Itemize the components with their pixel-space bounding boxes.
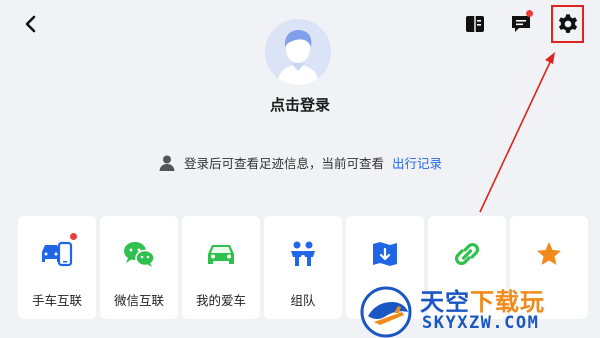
watermark-title: 天空下载玩 [420,282,545,317]
watermark-subtitle: SKYXZW.COM [422,313,540,333]
tile-label: 微信互联 [113,293,164,308]
watermark-title-part1: 天空 [420,288,470,316]
tile-wechat[interactable]: 微信互联 [100,216,178,319]
trip-records-link[interactable]: 出行记录 [392,153,442,172]
book-button[interactable] [461,10,489,38]
car-icon [208,245,234,264]
tile-my-car[interactable]: 我的爱车 [182,216,260,319]
watermark: 天空下载玩 SKYXZW.COM [350,280,600,338]
wechat-icon [124,242,155,267]
message-icon [512,16,530,32]
tile-badge [70,233,77,240]
phone-car-icon [42,241,73,267]
book-icon [466,16,484,32]
default-avatar [265,19,331,85]
login-button[interactable]: 点击登录 [0,94,600,115]
star-icon [537,242,561,265]
hint-text: 登录后可查看足迹信息，当前可查看 [183,156,384,171]
avatar[interactable] [265,19,331,85]
tile-label: 手车互联 [31,293,82,308]
user-icon [159,155,175,171]
offline-map-icon [373,242,397,266]
tile-phone-car[interactable]: 手车互联 [18,216,96,319]
tile-label: 我的爱车 [195,293,246,308]
login-hint: 登录后可查看足迹信息，当前可查看 出行记录 [0,153,600,172]
tile-team[interactable]: 组队 [264,216,342,319]
watermark-title-part2: 下载玩 [470,288,545,316]
chevron-left-icon [25,15,36,33]
team-icon [291,241,315,266]
message-button[interactable] [507,10,535,38]
link-icon [454,242,480,266]
tile-label: 组队 [290,293,316,308]
back-button[interactable] [18,12,42,36]
watermark-logo [360,286,412,338]
message-badge [526,10,533,17]
settings-highlight-box [551,5,584,43]
